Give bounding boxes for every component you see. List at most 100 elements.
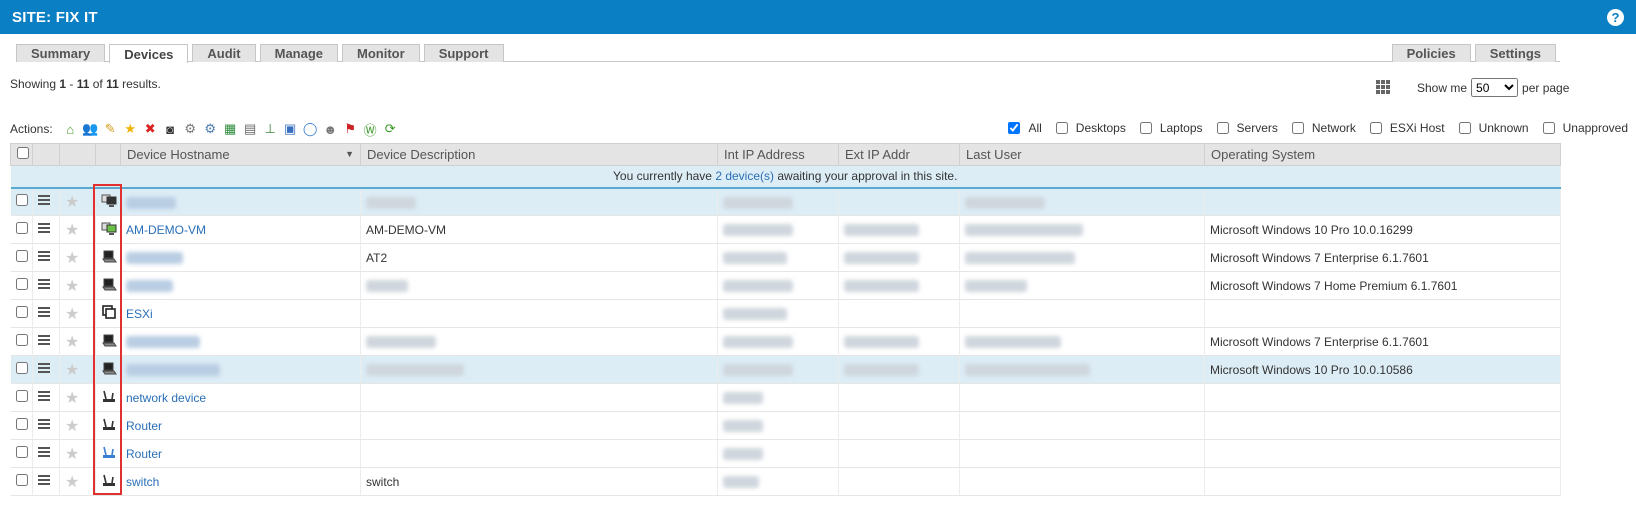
col-last-user[interactable]: Last User bbox=[959, 143, 1205, 166]
tab-manage[interactable]: Manage bbox=[259, 44, 339, 62]
favorite-star-icon[interactable]: ★ bbox=[65, 334, 79, 351]
gear-icon[interactable]: ⚙ bbox=[182, 121, 199, 137]
filter-checkbox[interactable] bbox=[1542, 122, 1555, 134]
table-row[interactable]: ★ AM-DEMO-VM AM-DEMO-VM Microsoft Window… bbox=[10, 215, 1561, 244]
favorite-star-icon[interactable]: ★ bbox=[65, 362, 79, 379]
menu-icon[interactable] bbox=[38, 249, 50, 263]
menu-icon[interactable] bbox=[38, 193, 50, 207]
row-checkbox[interactable] bbox=[15, 334, 28, 346]
table-row[interactable]: ★ Router bbox=[10, 439, 1561, 468]
tab-policies[interactable]: Policies bbox=[1391, 44, 1471, 62]
row-checkbox[interactable] bbox=[15, 194, 28, 207]
table-row[interactable]: ★ AT2 Microsoft Windows 7 Enterprise 6.1… bbox=[10, 243, 1561, 272]
favorite-star-icon[interactable]: ★ bbox=[65, 390, 79, 407]
row-checkbox[interactable] bbox=[15, 306, 28, 318]
filter-checkbox[interactable] bbox=[1139, 122, 1152, 134]
user-remove-icon[interactable]: ☻ bbox=[322, 121, 339, 137]
menu-icon[interactable] bbox=[38, 333, 50, 347]
page-size-select[interactable]: 50 bbox=[1471, 78, 1519, 97]
tab-settings[interactable]: Settings bbox=[1474, 44, 1556, 62]
filter-unapproved[interactable]: Unapproved bbox=[1542, 121, 1628, 135]
menu-icon[interactable] bbox=[38, 445, 50, 459]
favorite-star-icon[interactable]: ★ bbox=[65, 222, 79, 239]
favorite-star-icon[interactable]: ★ bbox=[65, 306, 79, 323]
monitor-icon[interactable]: ▣ bbox=[282, 121, 299, 137]
filter-checkbox[interactable] bbox=[1055, 122, 1068, 134]
flag-icon[interactable]: ⚑ bbox=[342, 121, 359, 137]
row-checkbox[interactable] bbox=[15, 250, 28, 262]
w-icon[interactable]: Ⓦ bbox=[362, 121, 379, 138]
device-hostname-link[interactable]: Router bbox=[126, 419, 162, 433]
tab-monitor[interactable]: Monitor bbox=[342, 44, 420, 62]
device-hostname-link[interactable]: Router bbox=[126, 447, 162, 461]
help-icon[interactable]: ? bbox=[1607, 8, 1624, 26]
filter-unknown[interactable]: Unknown bbox=[1458, 121, 1529, 135]
row-checkbox[interactable] bbox=[15, 222, 28, 234]
table-row[interactable]: ★ ESXi bbox=[10, 299, 1561, 328]
filter-checkbox[interactable] bbox=[1008, 122, 1021, 134]
tab-summary[interactable]: Summary bbox=[16, 44, 106, 62]
row-checkbox[interactable] bbox=[15, 362, 28, 374]
filter-checkbox[interactable] bbox=[1458, 122, 1471, 134]
menu-icon[interactable] bbox=[38, 417, 50, 431]
network-icon[interactable]: ⊥ bbox=[262, 121, 279, 137]
device-hostname-link[interactable]: switch bbox=[126, 475, 159, 489]
favorite-star-icon[interactable]: ★ bbox=[65, 278, 79, 295]
col-ext-ip[interactable]: Ext IP Addr bbox=[838, 143, 960, 166]
device-hostname-link[interactable]: network device bbox=[126, 391, 206, 405]
select-all-checkbox[interactable] bbox=[17, 147, 29, 159]
refresh-icon[interactable]: ⟳ bbox=[382, 121, 399, 137]
column-chooser-icon[interactable] bbox=[1376, 80, 1390, 94]
menu-icon[interactable] bbox=[38, 473, 50, 487]
col-description[interactable]: Device Description bbox=[360, 143, 718, 166]
excel-icon[interactable]: ▦ bbox=[222, 121, 239, 137]
gears-icon[interactable]: ⚙ bbox=[202, 121, 219, 137]
favorite-star-icon[interactable]: ★ bbox=[65, 418, 79, 435]
row-checkbox[interactable] bbox=[15, 390, 28, 402]
pending-devices-link[interactable]: 2 device(s) bbox=[715, 169, 774, 183]
favorite-star-icon[interactable]: ★ bbox=[65, 446, 79, 463]
table-row[interactable]: ★ switch switch bbox=[10, 467, 1561, 496]
favorite-star-icon[interactable]: ★ bbox=[65, 474, 79, 491]
device-hostname-link[interactable]: AM-DEMO-VM bbox=[126, 223, 206, 237]
server-icon[interactable]: ▤ bbox=[242, 121, 259, 137]
menu-icon[interactable] bbox=[38, 305, 50, 319]
delete-icon[interactable]: ✖ bbox=[142, 121, 159, 137]
filter-checkbox[interactable] bbox=[1216, 122, 1229, 134]
tab-devices[interactable]: Devices bbox=[109, 44, 189, 63]
filter-laptops[interactable]: Laptops bbox=[1139, 121, 1203, 135]
filter-checkbox[interactable] bbox=[1369, 122, 1382, 134]
table-row[interactable]: ★ bbox=[10, 187, 1561, 216]
chat-icon[interactable]: ◯ bbox=[302, 121, 319, 137]
filter-checkbox[interactable] bbox=[1291, 122, 1304, 134]
tab-audit[interactable]: Audit bbox=[192, 44, 256, 62]
table-row[interactable]: ★ Microsoft Windows 7 Enterprise 6.1.760… bbox=[10, 327, 1561, 356]
row-checkbox[interactable] bbox=[15, 278, 28, 290]
filter-esxi-host[interactable]: ESXi Host bbox=[1369, 121, 1445, 135]
binoculars-icon[interactable]: ◙ bbox=[162, 121, 179, 137]
device-hostname-link[interactable]: ESXi bbox=[126, 307, 153, 321]
table-row[interactable]: ★ network device bbox=[10, 383, 1561, 412]
tab-support[interactable]: Support bbox=[423, 44, 504, 62]
table-row[interactable]: ★ Microsoft Windows 10 Pro 10.0.10586 bbox=[10, 355, 1561, 384]
filter-network[interactable]: Network bbox=[1291, 121, 1356, 135]
row-checkbox[interactable] bbox=[15, 446, 28, 458]
menu-icon[interactable] bbox=[38, 277, 50, 291]
house-icon[interactable]: ⌂ bbox=[62, 121, 79, 137]
favorite-star-icon[interactable]: ★ bbox=[65, 194, 79, 211]
col-os[interactable]: Operating System bbox=[1204, 143, 1561, 166]
filter-servers[interactable]: Servers bbox=[1216, 121, 1278, 135]
menu-icon[interactable] bbox=[38, 361, 50, 375]
menu-icon[interactable] bbox=[38, 221, 50, 235]
filter-all[interactable]: All bbox=[1008, 121, 1042, 135]
favorite-star-icon[interactable]: ★ bbox=[65, 250, 79, 267]
row-checkbox[interactable] bbox=[15, 418, 28, 430]
table-row[interactable]: ★ Router bbox=[10, 411, 1561, 440]
menu-icon[interactable] bbox=[38, 389, 50, 403]
star-icon[interactable]: ★ bbox=[122, 121, 139, 137]
pencil-icon[interactable]: ✎ bbox=[102, 121, 119, 137]
row-checkbox[interactable] bbox=[15, 474, 28, 486]
col-hostname[interactable]: Device Hostname ▼ bbox=[120, 143, 361, 166]
table-row[interactable]: ★ Microsoft Windows 7 Home Premium 6.1.7… bbox=[10, 271, 1561, 300]
col-int-ip[interactable]: Int IP Address bbox=[717, 143, 839, 166]
